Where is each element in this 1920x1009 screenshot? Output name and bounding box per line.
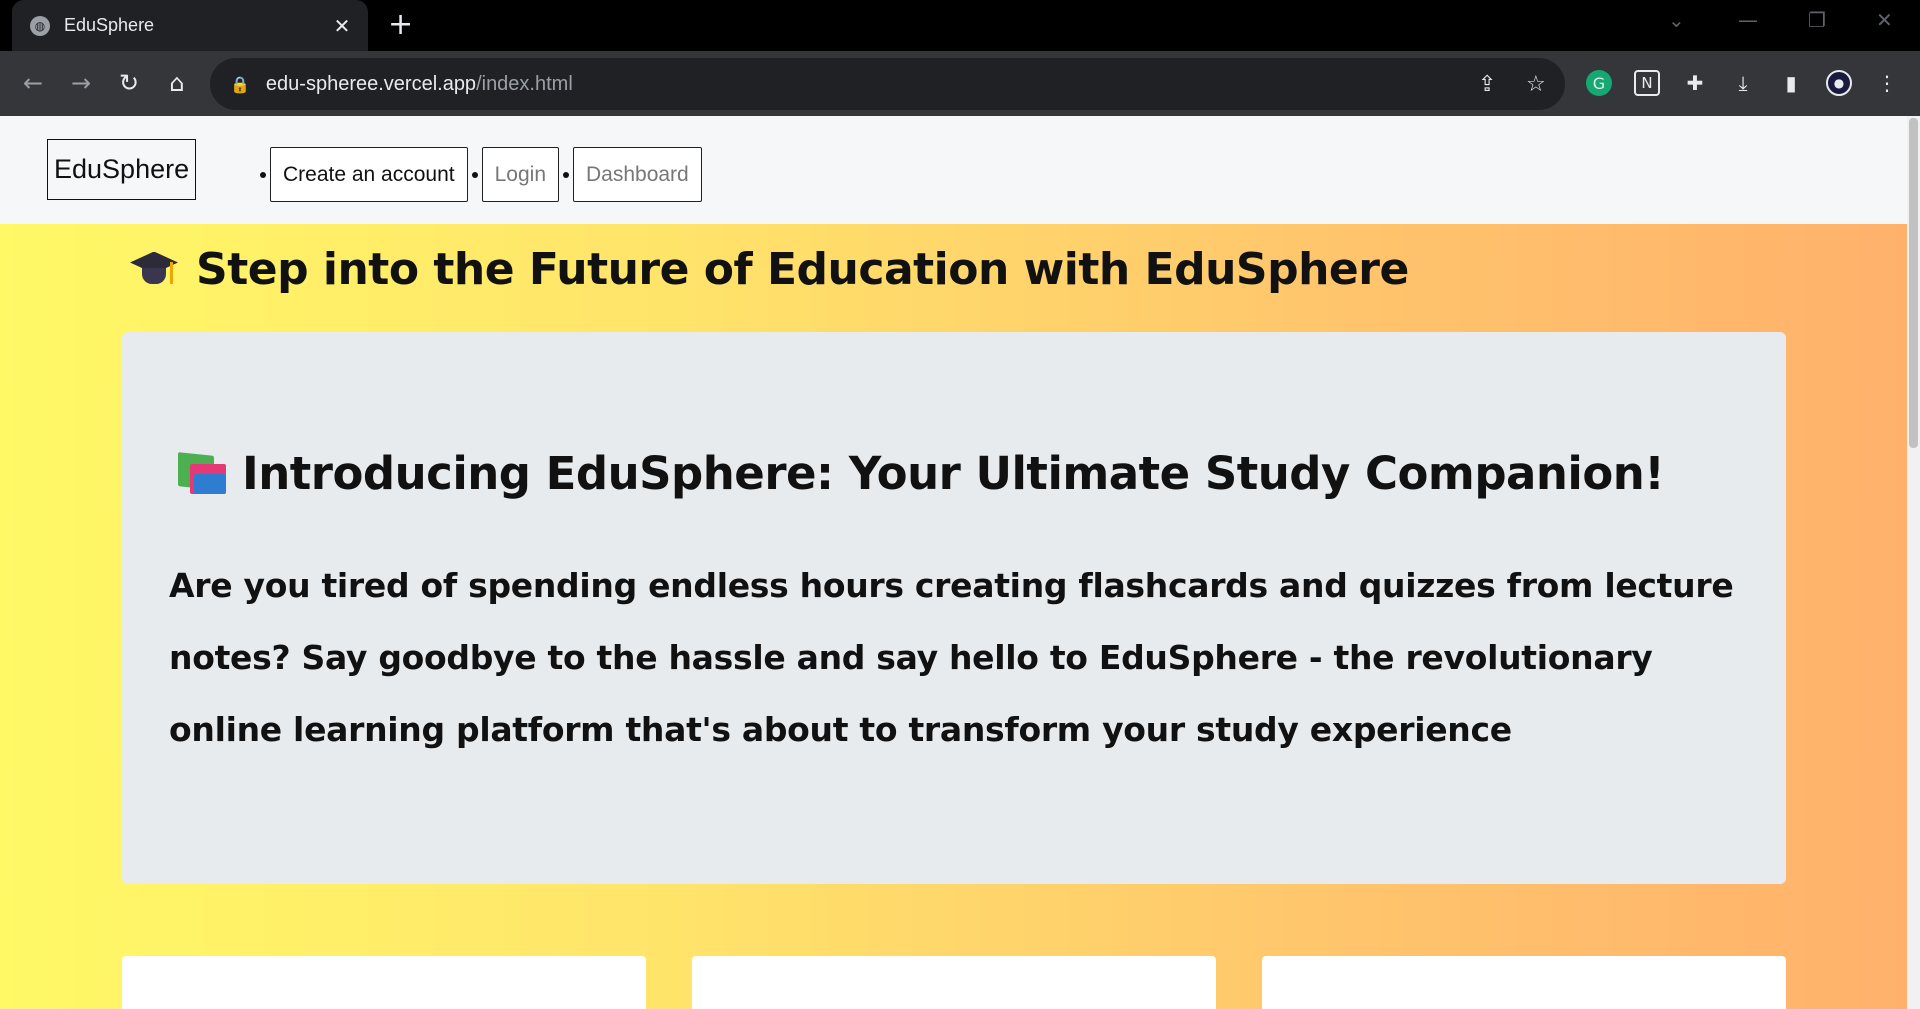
browser-tab[interactable]: ◍ EduSphere ✕: [12, 0, 368, 51]
nav-dashboard-link[interactable]: Dashboard: [573, 147, 702, 202]
url-host: edu-spheree.vercel.app: [265, 72, 477, 95]
side-panel-icon[interactable]: ▮: [1778, 70, 1804, 96]
forward-icon[interactable]: →: [66, 69, 96, 97]
globe-icon: ◍: [30, 15, 50, 36]
site-nav: Create an account Login Dashboard: [256, 147, 702, 202]
download-icon[interactable]: ⤓: [1730, 70, 1756, 96]
site-logo[interactable]: EduSphere: [47, 139, 197, 200]
intro-card: Introducing EduSphere: Your Ultimate Stu…: [122, 332, 1786, 884]
site-header: EduSphere Create an account Login Dashbo…: [0, 116, 1907, 224]
hero-heading: Step into the Future of Education with E…: [130, 244, 1409, 295]
new-tab-button[interactable]: +: [388, 8, 413, 42]
back-icon[interactable]: ←: [18, 69, 48, 97]
books-icon: [176, 451, 226, 496]
menu-kebab-icon[interactable]: ⋮: [1874, 70, 1900, 96]
minimize-icon[interactable]: —: [1738, 8, 1758, 32]
intro-title-text: Introducing EduSphere: Your Ultimate Stu…: [242, 447, 1665, 500]
page-viewport: EduSphere Create an account Login Dashbo…: [0, 116, 1907, 1009]
restore-icon[interactable]: ❐: [1808, 8, 1826, 32]
home-icon[interactable]: ⌂: [162, 69, 192, 97]
hero-title-text: Step into the Future of Education with E…: [196, 244, 1409, 295]
intro-heading: Introducing EduSphere: Your Ultimate Stu…: [176, 447, 1665, 500]
tab-search-icon[interactable]: ⌄: [1668, 8, 1685, 32]
page-scrollbar[interactable]: [1907, 116, 1920, 1009]
browser-toolbar: ← → ↻ ⌂ 🔒 edu-spheree.vercel.app /index.…: [0, 51, 1920, 116]
grammarly-extension-icon[interactable]: G: [1586, 70, 1612, 96]
lock-icon[interactable]: 🔒: [230, 75, 250, 94]
feature-card: [692, 956, 1216, 1009]
scrollbar-thumb[interactable]: [1909, 118, 1918, 448]
browser-tabstrip: ◍ EduSphere ✕ + ⌄ — ❐ ✕: [0, 0, 1920, 51]
url-path: /index.html: [476, 72, 573, 95]
profile-avatar[interactable]: ●: [1826, 70, 1852, 96]
tab-title: EduSphere: [64, 15, 155, 35]
notion-extension-icon[interactable]: N: [1634, 70, 1660, 96]
feature-card: [1262, 956, 1786, 1009]
intro-paragraph: Are you tired of spending endless hours …: [169, 566, 1734, 749]
address-bar[interactable]: 🔒 edu-spheree.vercel.app /index.html ⇪ ☆: [210, 58, 1565, 110]
nav-create-account-link[interactable]: Create an account: [270, 147, 468, 202]
feature-card: [122, 956, 646, 1009]
nav-bullet: [471, 171, 478, 178]
extensions-puzzle-icon[interactable]: ✚: [1682, 70, 1708, 96]
window-close-icon[interactable]: ✕: [1876, 8, 1893, 32]
nav-login-link[interactable]: Login: [481, 147, 559, 202]
nav-bullet: [260, 171, 266, 178]
share-icon[interactable]: ⇪: [1478, 72, 1496, 97]
close-tab-icon[interactable]: ✕: [330, 14, 354, 38]
reload-icon[interactable]: ↻: [114, 69, 144, 97]
nav-bullet: [563, 171, 569, 178]
graduation-cap-icon: [130, 248, 178, 292]
bookmark-star-icon[interactable]: ☆: [1526, 72, 1546, 97]
